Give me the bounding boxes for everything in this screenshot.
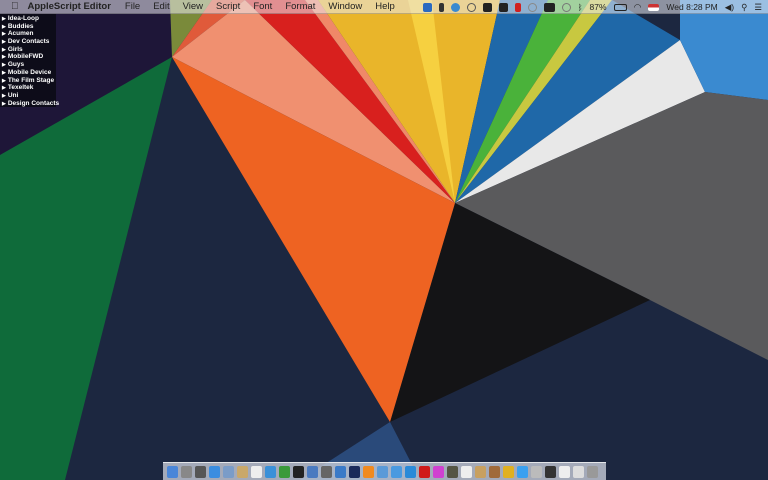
list-item[interactable]: ▶ Buddies <box>0 23 56 31</box>
dock-chrome-icon[interactable] <box>503 465 514 478</box>
time-machine-icon[interactable] <box>561 2 571 12</box>
wifi-icon[interactable]: ◠ <box>634 2 642 13</box>
menu-file[interactable]: File <box>125 1 140 12</box>
dock-finder-icon[interactable] <box>167 465 178 478</box>
dropbox-icon[interactable] <box>527 2 537 12</box>
volume-icon[interactable]: ◀) <box>725 2 734 13</box>
sync-icon[interactable] <box>450 2 460 12</box>
dock-launchpad-icon[interactable] <box>195 465 206 478</box>
dock-safari-icon[interactable] <box>391 465 402 478</box>
dock-record-icon[interactable] <box>419 465 430 478</box>
airplay-icon[interactable] <box>543 2 555 12</box>
status-area: ᛒ 87% ◠ Wed 8:28 PM ◀) ⚲ ☰ <box>422 0 762 14</box>
list-item[interactable]: ▶ Mobile Device <box>0 69 56 77</box>
list-item[interactable]: ▶ Dev Contacts <box>0 38 56 46</box>
list-item[interactable]: ▶ Texeltek <box>0 84 56 92</box>
menu-bar:  AppleScript Editor File Edit View Scri… <box>0 0 768 14</box>
dock-notes-icon[interactable] <box>237 465 248 478</box>
dock-itunes-icon[interactable] <box>265 465 276 478</box>
list-item[interactable]: ▶ Design Contacts <box>0 100 59 108</box>
dock-system-preferences-icon[interactable] <box>181 465 192 478</box>
contacts-group-list: ▶ Idea-Loop ▶ Buddies ▶ Acumen ▶ Dev Contact… <box>0 14 59 108</box>
dock-monitor-icon[interactable] <box>447 465 458 478</box>
dock-flower-app-icon[interactable] <box>433 465 444 478</box>
battery-percent: 87% <box>589 2 607 12</box>
dock-terminal-icon[interactable] <box>293 465 304 478</box>
clock[interactable]: Wed 8:28 PM <box>666 2 717 12</box>
app-menu[interactable]: AppleScript Editor <box>28 1 111 12</box>
dock-folder-terminal-icon[interactable] <box>545 465 556 478</box>
dock-photoshop-icon[interactable] <box>349 465 360 478</box>
dock-folder-docs-icon[interactable] <box>559 465 570 478</box>
menu-view[interactable]: View <box>183 1 203 12</box>
list-item[interactable]: ▶ Girls <box>0 46 56 54</box>
menu-font[interactable]: Font <box>253 1 272 12</box>
dock-adium-icon[interactable] <box>279 465 290 478</box>
dock-instruments-icon[interactable] <box>335 465 346 478</box>
dock-archive-icon[interactable] <box>475 465 486 478</box>
dock-folder-downloads-icon[interactable] <box>573 465 584 478</box>
menu-window[interactable]: Window <box>328 1 362 12</box>
list-item[interactable]: ▶ Acumen <box>0 30 56 38</box>
list-item[interactable]: ▶ Guys <box>0 61 56 69</box>
dock <box>163 462 606 480</box>
dock-preview-icon[interactable] <box>223 465 234 478</box>
evernote-icon[interactable] <box>498 2 508 12</box>
red-app-icon[interactable] <box>514 2 521 12</box>
dock-textedit-icon[interactable] <box>461 465 472 478</box>
menu-help[interactable]: Help <box>375 1 395 12</box>
dock-xcode-icon[interactable] <box>377 465 388 478</box>
dock-h-app-icon[interactable] <box>363 465 374 478</box>
dock-messages-icon[interactable] <box>517 465 528 478</box>
menu-format[interactable]: Format <box>285 1 315 12</box>
desktop-wallpaper <box>0 0 768 480</box>
dock-characters-icon[interactable] <box>489 465 500 478</box>
bluetooth-icon[interactable]: ᛒ <box>578 3 583 12</box>
list-item[interactable]: ▶ MobileFWD <box>0 53 56 61</box>
dock-script-editor-icon[interactable] <box>321 465 332 478</box>
evernote-icon[interactable] <box>482 2 492 12</box>
spotlight-icon[interactable]: ⚲ <box>741 2 747 13</box>
apple-menu-icon[interactable]:  <box>11 1 19 12</box>
battery-icon[interactable] <box>613 3 627 11</box>
bookmark-icon[interactable] <box>438 2 444 12</box>
dock-calendar-icon[interactable] <box>251 465 262 478</box>
notification-center-icon[interactable]: ☰ <box>754 2 762 13</box>
dock-trash-icon[interactable] <box>587 465 598 478</box>
dock-twitter-icon[interactable] <box>405 465 416 478</box>
menu-edit[interactable]: Edit <box>153 1 169 12</box>
list-item[interactable]: ▶ Idea-Loop <box>0 15 56 23</box>
dock-app-store-icon[interactable] <box>209 465 220 478</box>
twitter-icon[interactable] <box>422 2 432 12</box>
dock-keynote-icon[interactable] <box>307 465 318 478</box>
us-flag-icon[interactable] <box>648 3 660 11</box>
list-item[interactable]: ▶ The Film Stage <box>0 77 56 85</box>
list-item[interactable]: ▶ Uni <box>0 92 56 100</box>
dock-folder-apps-icon[interactable] <box>531 465 542 478</box>
menu-script[interactable]: Script <box>216 1 240 12</box>
help-circle-icon[interactable] <box>466 2 476 12</box>
